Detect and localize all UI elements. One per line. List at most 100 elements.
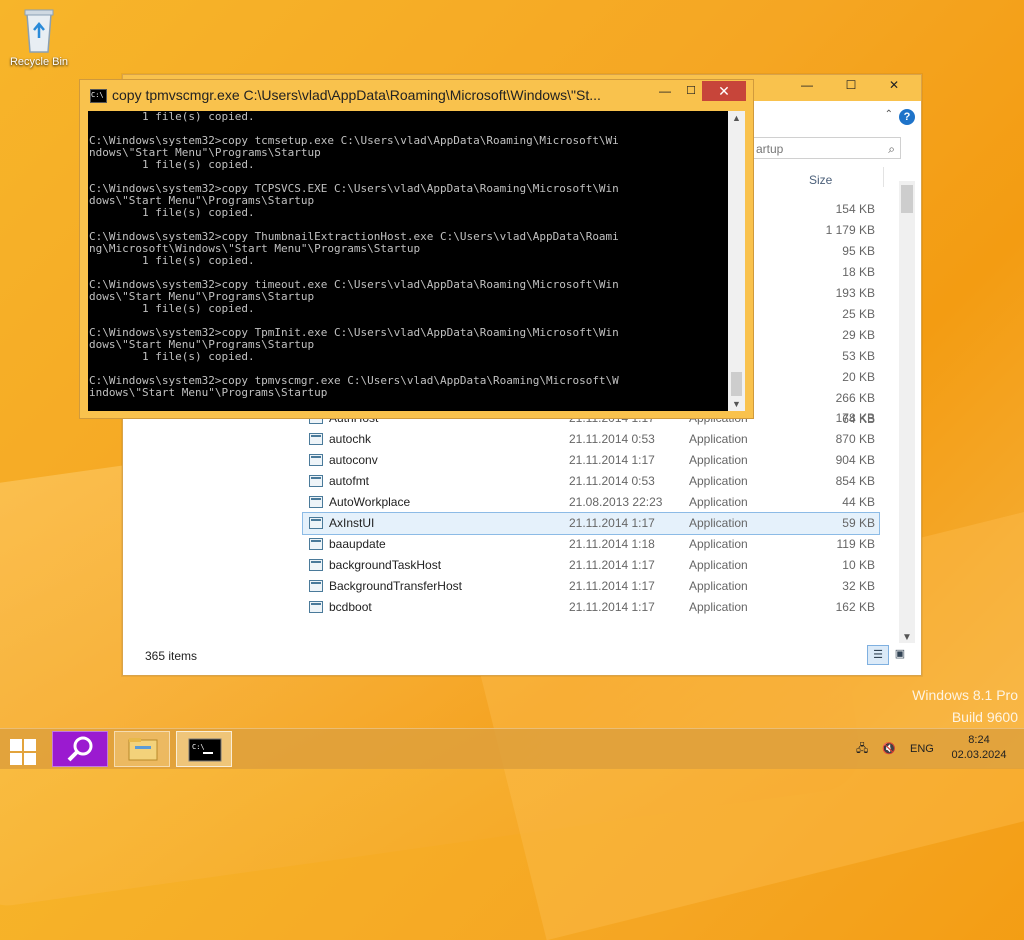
status-item-count: 365 items bbox=[145, 649, 198, 663]
file-size: 162 KB bbox=[835, 600, 875, 614]
file-name: autochk bbox=[329, 432, 372, 446]
file-size: 870 KB bbox=[835, 432, 875, 446]
file-type: Application bbox=[689, 600, 748, 614]
application-icon bbox=[309, 559, 323, 571]
file-row[interactable]: autochk 21.11.2014 0:53 Application 870 KB bbox=[303, 429, 879, 450]
close-button[interactable]: ✕ bbox=[873, 75, 915, 95]
file-size: 178 KB bbox=[835, 411, 875, 425]
file-row[interactable]: baaupdate 21.11.2014 1:18 Application 119 K… bbox=[303, 534, 879, 555]
minimize-button[interactable]: — bbox=[652, 84, 678, 104]
application-icon bbox=[309, 433, 323, 445]
watermark-edition: Windows 8.1 Pro bbox=[912, 687, 1018, 703]
recycle-bin-icon bbox=[24, 9, 54, 53]
file-type: Application bbox=[689, 579, 748, 593]
size-cell: 1 179 KB bbox=[825, 223, 875, 237]
file-name: autofmt bbox=[329, 474, 370, 488]
file-name: BackgroundTransferHost bbox=[329, 579, 462, 593]
search-input[interactable]: artup ⌕ bbox=[751, 137, 901, 159]
size-cell: 20 KB bbox=[842, 370, 875, 384]
file-row[interactable]: backgroundTaskHost 21.11.2014 1:17 Applica… bbox=[303, 555, 879, 576]
file-row[interactable]: autoconv 21.11.2014 1:17 Application 904 KB bbox=[303, 450, 879, 471]
vertical-scrollbar[interactable]: ▼ bbox=[899, 181, 915, 643]
size-cell: 53 KB bbox=[842, 349, 875, 363]
file-date-modified: 21.11.2014 1:18 bbox=[569, 537, 655, 551]
file-type: Application bbox=[689, 495, 748, 509]
file-name: autoconv bbox=[329, 453, 378, 467]
windows-logo-icon bbox=[10, 753, 22, 765]
windows-logo-icon bbox=[24, 753, 36, 765]
speaker-muted-icon[interactable]: 🔇 bbox=[882, 729, 896, 769]
taskbar-file-explorer[interactable] bbox=[114, 731, 170, 767]
maximize-button[interactable]: ☐ bbox=[829, 75, 873, 95]
console-text: 1 file(s) copied. C:\Windows\system32>co… bbox=[89, 111, 619, 399]
file-size: 44 KB bbox=[842, 495, 875, 509]
system-clock[interactable]: 8:24 02.03.2024 bbox=[944, 733, 1014, 763]
application-icon bbox=[309, 454, 323, 466]
cmd-window-title: copy tpmvscmgr.exe C:\Users\vlad\AppData… bbox=[112, 87, 601, 103]
folder-icon bbox=[128, 738, 158, 761]
windows-logo-icon bbox=[24, 739, 36, 751]
search-icon[interactable]: ⌕ bbox=[888, 138, 895, 160]
watermark-build: Build 9600 bbox=[951, 709, 1018, 725]
help-icon[interactable]: ? bbox=[899, 109, 915, 125]
file-row[interactable]: BackgroundTransferHost 21.11.2014 1:17 App… bbox=[303, 576, 879, 597]
file-row[interactable]: autofmt 21.11.2014 0:53 Application 854 KB bbox=[303, 471, 879, 492]
file-type: Application bbox=[689, 432, 748, 446]
file-row[interactable]: AxInstUI 21.11.2014 1:17 Application 59 KB bbox=[302, 512, 880, 535]
file-name: AutoWorkplace bbox=[329, 495, 411, 509]
console-output[interactable]: 1 file(s) copied. C:\Windows\system32>co… bbox=[88, 111, 728, 411]
details-view-button[interactable]: ☰ bbox=[867, 645, 889, 665]
application-icon bbox=[309, 538, 323, 550]
scrollbar-thumb[interactable] bbox=[731, 372, 742, 396]
column-header-size[interactable]: Size bbox=[809, 173, 832, 187]
size-cell: 25 KB bbox=[842, 307, 875, 321]
recycle-bin-label: Recycle Bin bbox=[9, 56, 69, 68]
cmd-icon: C:\ bbox=[90, 89, 107, 103]
size-column-values: 154 KB 1 179 KB 95 KB 18 KB 193 KB 25 KB 29 KB… bbox=[763, 199, 875, 430]
file-size: 854 KB bbox=[835, 474, 875, 488]
application-icon bbox=[309, 580, 323, 592]
file-date-modified: 21.11.2014 0:53 bbox=[569, 432, 655, 446]
scroll-up-arrow-icon[interactable]: ▲ bbox=[728, 113, 745, 123]
start-button[interactable] bbox=[6, 735, 40, 765]
search-icon bbox=[67, 736, 93, 762]
file-date-modified: 21.11.2014 1:17 bbox=[569, 579, 655, 593]
scroll-down-arrow-icon[interactable]: ▼ bbox=[728, 399, 745, 409]
scroll-down-arrow-icon[interactable]: ▼ bbox=[900, 632, 914, 643]
minimize-button[interactable]: — bbox=[785, 75, 829, 95]
size-cell: 193 KB bbox=[835, 286, 875, 300]
application-icon bbox=[309, 601, 323, 613]
file-name: AxInstUI bbox=[329, 516, 375, 530]
maximize-button[interactable]: ☐ bbox=[678, 84, 704, 104]
application-icon bbox=[309, 496, 323, 508]
size-cell: 154 KB bbox=[835, 202, 875, 216]
command-prompt-window[interactable]: C:\ copy tpmvscmgr.exe C:\Users\vlad\App… bbox=[79, 79, 754, 419]
windows-logo-icon bbox=[10, 739, 22, 751]
file-date-modified: 21.11.2014 0:53 bbox=[569, 474, 655, 488]
file-date-modified: 21.08.2013 22:23 bbox=[569, 495, 663, 509]
file-name: baaupdate bbox=[329, 537, 386, 551]
size-cell: 29 KB bbox=[842, 328, 875, 342]
console-scrollbar[interactable]: ▲ ▼ bbox=[728, 111, 745, 411]
size-cell: 95 KB bbox=[842, 244, 875, 258]
close-button[interactable]: ✕ bbox=[702, 81, 746, 101]
file-row[interactable]: bcdboot 21.11.2014 1:17 Application 162 KB bbox=[303, 597, 879, 618]
network-icon[interactable]: 🖧 bbox=[856, 729, 868, 769]
scrollbar-thumb[interactable] bbox=[901, 185, 913, 213]
language-indicator[interactable]: ENG bbox=[910, 729, 934, 769]
search-input-text: artup bbox=[756, 142, 784, 156]
recycle-bin-shortcut[interactable]: Recycle Bin bbox=[6, 6, 72, 68]
file-type: Application bbox=[689, 516, 748, 530]
file-size: 59 KB bbox=[842, 516, 875, 530]
file-size: 119 KB bbox=[836, 537, 875, 551]
file-type: Application bbox=[689, 474, 748, 488]
large-icons-view-button[interactable]: ▣ bbox=[891, 646, 909, 662]
file-type: Application bbox=[689, 558, 748, 572]
file-date-modified: 21.11.2014 1:17 bbox=[569, 516, 655, 530]
file-row[interactable]: AutoWorkplace 21.08.2013 22:23 Application… bbox=[303, 492, 879, 513]
taskbar-search-app[interactable] bbox=[52, 731, 108, 767]
column-divider bbox=[883, 167, 884, 187]
taskbar-command-prompt[interactable]: C:\ bbox=[176, 731, 232, 767]
chevron-up-icon[interactable]: ⌃ bbox=[885, 109, 893, 120]
svg-text:C:\: C:\ bbox=[192, 743, 205, 751]
